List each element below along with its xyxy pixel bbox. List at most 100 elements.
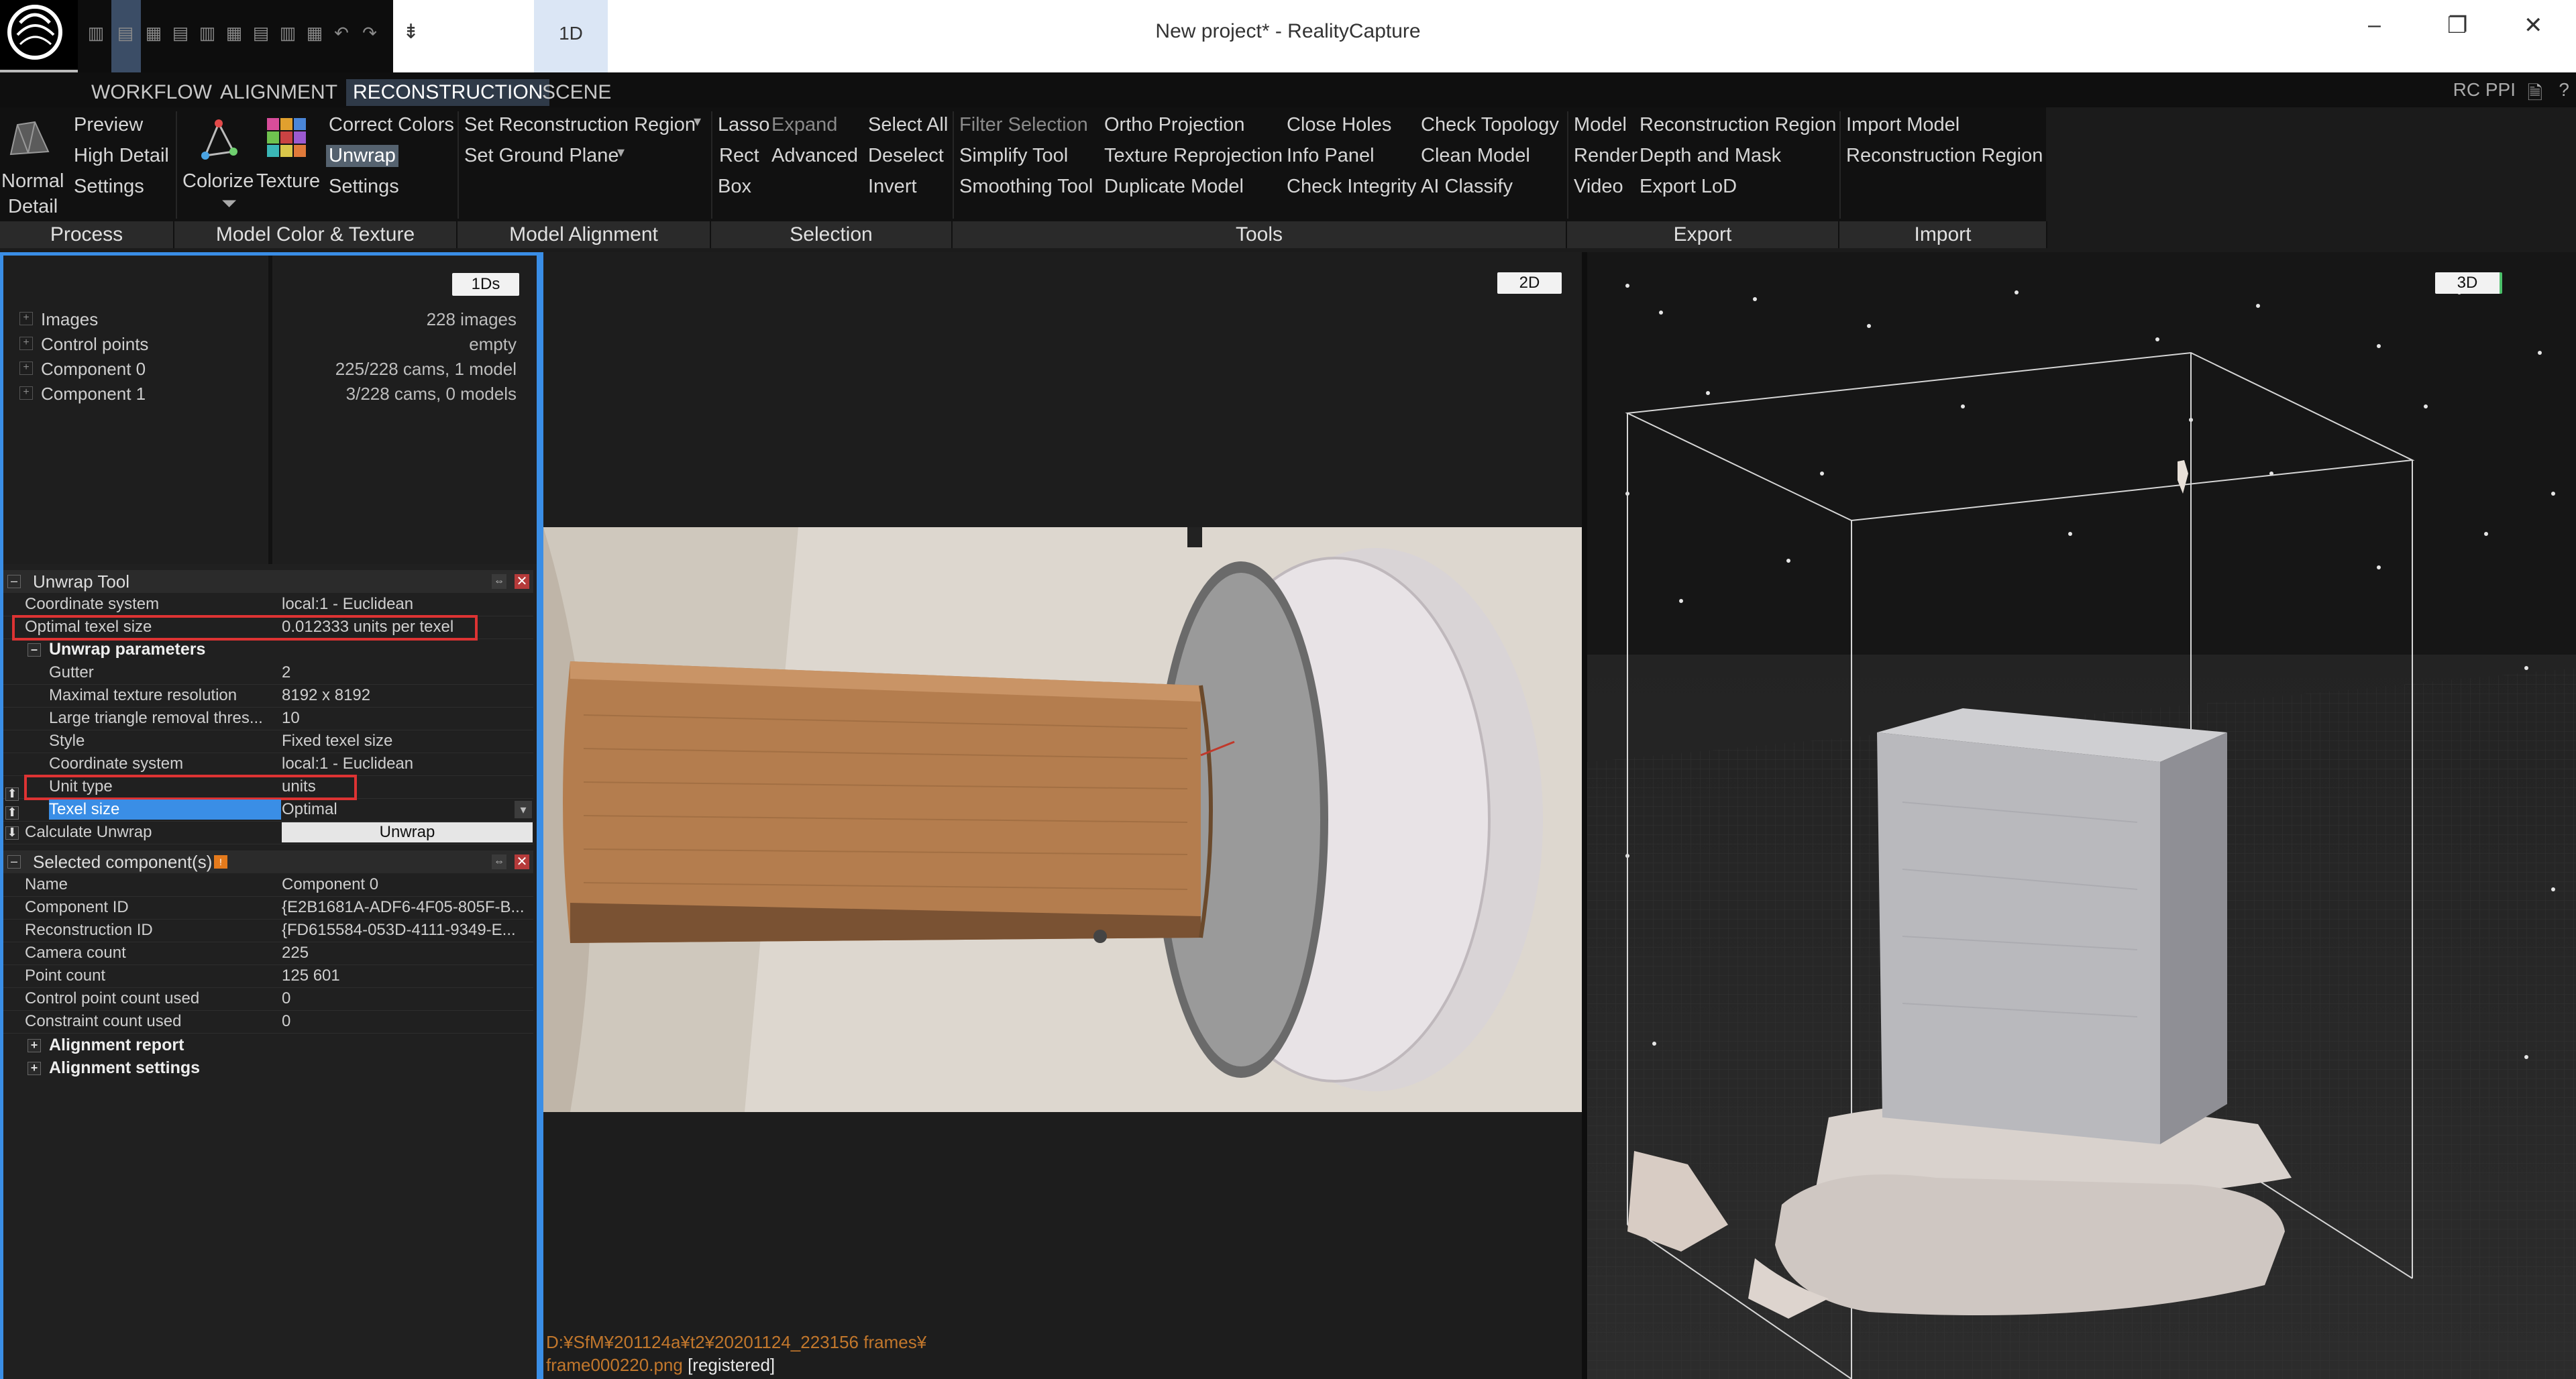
tree-badge-1ds[interactable]: 1Ds [452, 273, 519, 296]
help-icon[interactable]: ? [2559, 79, 2569, 101]
high-detail-button[interactable]: High Detail [74, 145, 169, 167]
normal-detail-label-2[interactable]: Detail [8, 196, 58, 218]
panel-close-icon[interactable]: ✕ [515, 574, 529, 589]
colorize-icon[interactable] [199, 118, 239, 160]
panel-close-icon[interactable]: ✕ [515, 854, 529, 869]
check-integrity-button[interactable]: Check Integrity [1287, 176, 1416, 198]
deselect-button[interactable]: Deselect [868, 145, 944, 167]
ortho-projection-button[interactable]: Ortho Projection [1104, 114, 1245, 136]
sel-component-id[interactable]: Component ID {E2B1681A-ADF6-4F05-805F-B..… [3, 896, 533, 920]
document-icon[interactable]: 🗎 [2527, 79, 2542, 111]
sel-point-count[interactable]: Point count 125 601 [3, 964, 533, 988]
process-settings-button[interactable]: Settings [74, 176, 144, 198]
preview-button[interactable]: Preview [74, 114, 143, 136]
param-texel-size[interactable]: Texel size Optimal ▾ [3, 798, 533, 822]
normal-detail-label-1[interactable]: Normal [1, 170, 64, 192]
view-2d-badge[interactable]: 2D [1497, 272, 1562, 294]
rc-ppi-label[interactable]: RC PPI [2453, 79, 2516, 101]
tree-item-images[interactable]: + Images [19, 309, 98, 330]
expand-icon[interactable]: + [19, 337, 33, 350]
texture-button[interactable]: Texture [256, 170, 320, 192]
side-arrow-icon[interactable]: ⬆ [5, 806, 19, 820]
side-arrow-down-icon[interactable]: ⬇ [5, 826, 19, 840]
expand-icon[interactable]: + [19, 312, 33, 325]
collapse-icon[interactable]: – [7, 855, 21, 869]
sel-constraint-count[interactable]: Constraint count used 0 [3, 1010, 533, 1034]
filter-selection-button[interactable]: Filter Selection [959, 114, 1088, 136]
tree-item-control-points[interactable]: + Control points [19, 334, 148, 355]
sel-control-point-count[interactable]: Control point count used 0 [3, 987, 533, 1011]
view-3d[interactable]: 3D [1587, 252, 2576, 1379]
view-splitter[interactable] [1582, 252, 1587, 1379]
smoothing-tool-button[interactable]: Smoothing Tool [959, 176, 1093, 198]
correct-colors-button[interactable]: Correct Colors [329, 114, 454, 136]
expand-button[interactable]: Expand [771, 114, 837, 136]
unwrap-button[interactable]: Unwrap [326, 145, 398, 167]
rect-button[interactable]: Rect [719, 145, 759, 167]
info-panel-button[interactable]: Info Panel [1287, 145, 1375, 167]
dock-icon[interactable]: ⇔ [492, 854, 506, 869]
param-style[interactable]: Style Fixed texel size [3, 730, 533, 753]
close-holes-button[interactable]: Close Holes [1287, 114, 1391, 136]
tab-scene[interactable]: SCENE [535, 79, 618, 106]
set-ground-plane-button[interactable]: Set Ground Plane [464, 145, 619, 167]
sel-name[interactable]: Name Component 0 [3, 873, 533, 897]
clean-model-button[interactable]: Clean Model [1421, 145, 1530, 167]
sel-reconstruction-id[interactable]: Reconstruction ID {FD615584-053D-4111-934… [3, 919, 533, 942]
tree-item-component-0[interactable]: + Component 0 [19, 359, 146, 380]
collapse-icon[interactable]: – [28, 643, 41, 657]
side-arrow-up-icon[interactable]: ⬆ [5, 787, 19, 801]
tab-alignment[interactable]: ALIGNMENT [213, 79, 344, 106]
ai-classify-button[interactable]: AI Classify [1421, 176, 1513, 198]
set-reconstruction-region-button[interactable]: Set Reconstruction Region [464, 114, 696, 136]
dock-icon[interactable]: ⇔ [492, 574, 506, 589]
sel-camera-count[interactable]: Camera count 225 [3, 942, 533, 965]
param-gutter[interactable]: Gutter 2 [3, 661, 533, 685]
alignment-settings-group[interactable]: + Alignment settings [3, 1057, 533, 1079]
import-model-button[interactable]: Import Model [1846, 114, 1960, 136]
ground-dropdown-icon[interactable]: ▾ [617, 144, 625, 161]
tab-workflow[interactable]: WORKFLOW [85, 79, 219, 106]
texel-size-dropdown-icon[interactable]: ▾ [515, 801, 532, 818]
tree-item-component-1[interactable]: + Component 1 [19, 384, 146, 404]
view-2d[interactable]: 2D D:¥SfM¥201124a¥t2¥20201124_223156 fra… [543, 252, 1582, 1379]
export-render-button[interactable]: Render [1574, 145, 1638, 167]
restore-button[interactable]: ❐ [2447, 12, 2467, 39]
box-button[interactable]: Box [718, 176, 751, 198]
texture-reprojection-button[interactable]: Texture Reprojection [1104, 145, 1283, 167]
view-3d-badge[interactable]: 3D [2435, 272, 2502, 294]
color-settings-button[interactable]: Settings [329, 176, 399, 198]
warning-icon[interactable]: ! [214, 855, 227, 869]
param-max-texture-resolution[interactable]: Maximal texture resolution 8192 x 8192 [3, 684, 533, 708]
duplicate-model-button[interactable]: Duplicate Model [1104, 176, 1244, 198]
lasso-button[interactable]: Lasso [718, 114, 769, 136]
normal-detail-icon[interactable] [8, 119, 51, 157]
export-reconstruction-region-button[interactable]: Reconstruction Region [1640, 114, 1836, 136]
check-topology-button[interactable]: Check Topology [1421, 114, 1559, 136]
import-reconstruction-region-button[interactable]: Reconstruction Region [1846, 145, 2043, 167]
expand-icon[interactable]: + [28, 1039, 41, 1052]
minimize-button[interactable]: – [2368, 12, 2381, 38]
advanced-button[interactable]: Advanced [771, 145, 858, 167]
simplify-tool-button[interactable]: Simplify Tool [959, 145, 1068, 167]
export-video-button[interactable]: Video [1574, 176, 1623, 198]
region-dropdown-icon[interactable]: ▾ [694, 113, 701, 130]
prop-coordinate-system[interactable]: Coordinate system local:1 - Euclidean [3, 593, 533, 616]
export-lod-button[interactable]: Export LoD [1640, 176, 1737, 198]
alignment-report-group[interactable]: + Alignment report [3, 1034, 533, 1056]
collapse-icon[interactable]: – [7, 575, 21, 588]
export-depth-mask-button[interactable]: Depth and Mask [1640, 145, 1781, 167]
param-large-triangle-removal[interactable]: Large triangle removal thres... 10 [3, 707, 533, 730]
param-coordinate-system[interactable]: Coordinate system local:1 - Euclidean [3, 753, 533, 776]
unwrap-parameters-group[interactable]: – Unwrap parameters [3, 639, 533, 660]
expand-icon[interactable]: + [28, 1062, 41, 1075]
tab-reconstruction[interactable]: RECONSTRUCTION [346, 79, 550, 106]
export-model-button[interactable]: Model [1574, 114, 1627, 136]
close-button[interactable]: ✕ [2524, 12, 2543, 39]
invert-button[interactable]: Invert [868, 176, 917, 198]
expand-icon[interactable]: + [19, 362, 33, 375]
colorize-dropdown-icon[interactable]: ⏷ [221, 193, 237, 215]
unwrap-action-button[interactable]: Unwrap [282, 822, 533, 842]
colorize-button[interactable]: Colorize [182, 170, 254, 192]
expand-icon[interactable]: + [19, 386, 33, 400]
